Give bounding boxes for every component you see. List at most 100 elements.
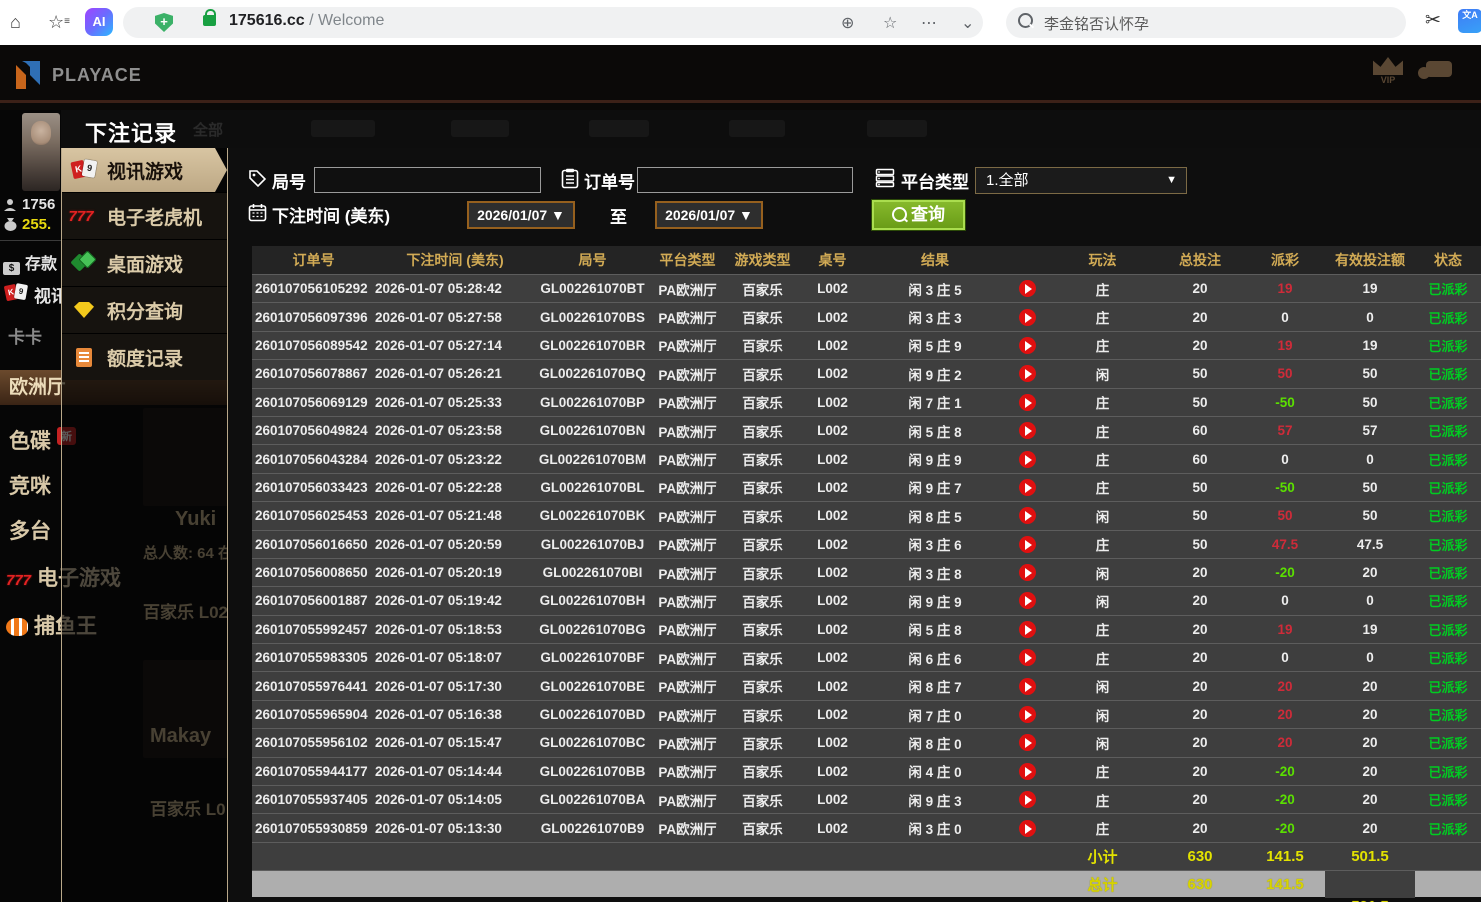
vip-icon[interactable]: VIP bbox=[1373, 57, 1403, 85]
cell-status: 已派彩 bbox=[1415, 478, 1481, 497]
cell-replay[interactable] bbox=[1005, 734, 1050, 751]
clipping-tool-icon[interactable]: ✂ bbox=[1425, 9, 1441, 32]
user-avatar[interactable] bbox=[22, 113, 60, 191]
table-row: 2601070560254532026-01-07 05:21:48GL0022… bbox=[252, 501, 1481, 529]
cell-replay[interactable] bbox=[1005, 365, 1050, 382]
cell-total-bet: 20 bbox=[1155, 622, 1245, 637]
cell-total-bet: 20 bbox=[1155, 707, 1245, 722]
cell-replay[interactable] bbox=[1005, 678, 1050, 695]
cell-replay[interactable] bbox=[1005, 820, 1050, 837]
cell-bet-time: 2026-01-07 05:20:19 bbox=[375, 565, 535, 580]
replay-button[interactable] bbox=[1019, 337, 1036, 354]
cell-replay[interactable] bbox=[1005, 536, 1050, 553]
query-button[interactable]: 查询 bbox=[872, 200, 965, 230]
cell-game-type: 百家乐 bbox=[725, 335, 800, 355]
replay-button[interactable] bbox=[1019, 451, 1036, 468]
replay-button[interactable] bbox=[1019, 706, 1036, 723]
chevron-down-icon[interactable]: ⌄ bbox=[961, 13, 974, 33]
cell-valid-bet: 19 bbox=[1325, 338, 1415, 353]
menu-item-slots[interactable]: 777 电子老虎机 bbox=[61, 192, 227, 239]
cell-replay[interactable] bbox=[1005, 337, 1050, 354]
sidebar-item-deposit[interactable]: $存款 bbox=[3, 250, 57, 275]
replay-button[interactable] bbox=[1019, 763, 1036, 780]
round-input[interactable] bbox=[314, 167, 541, 193]
cell-replay[interactable] bbox=[1005, 763, 1050, 780]
adblock-shield-icon[interactable]: + bbox=[155, 13, 173, 32]
sidebar-item-card[interactable]: 卡卡 bbox=[8, 323, 42, 348]
replay-button[interactable] bbox=[1019, 394, 1036, 411]
cell-replay[interactable] bbox=[1005, 422, 1050, 439]
header-bet-time: 下注时间 (美东) bbox=[375, 250, 535, 270]
replay-button[interactable] bbox=[1019, 649, 1036, 666]
cell-total-bet: 20 bbox=[1155, 650, 1245, 665]
cell-total-bet: 60 bbox=[1155, 423, 1245, 438]
order-input[interactable] bbox=[637, 167, 853, 193]
cell-replay[interactable] bbox=[1005, 451, 1050, 468]
replay-button[interactable] bbox=[1019, 507, 1036, 524]
cell-replay[interactable] bbox=[1005, 649, 1050, 666]
replay-button[interactable] bbox=[1019, 280, 1036, 297]
cell-replay[interactable] bbox=[1005, 394, 1050, 411]
sidebar-item-video[interactable]: K9视讯 bbox=[3, 282, 68, 307]
translate-icon[interactable]: 文A bbox=[1458, 9, 1481, 33]
cell-replay[interactable] bbox=[1005, 479, 1050, 496]
cell-bet-time: 2026-01-07 05:18:53 bbox=[375, 622, 535, 637]
cell-round: GL002261070BG bbox=[535, 622, 650, 637]
total-label: 总计 bbox=[1050, 874, 1155, 895]
cell-result: 闲 8 庄 7 bbox=[865, 676, 1005, 696]
cell-table: L002 bbox=[800, 423, 865, 438]
customer-service-icon[interactable] bbox=[1426, 61, 1452, 77]
replay-button[interactable] bbox=[1019, 592, 1036, 609]
cell-replay[interactable] bbox=[1005, 507, 1050, 524]
menu-item-table-games[interactable]: 桌面游戏 bbox=[61, 239, 227, 286]
address-bar[interactable]: + 175616.cc / Welcome ⊕ ☆ ⋯ ⌄ bbox=[123, 7, 983, 38]
playace-logo[interactable]: PLAYACE bbox=[14, 59, 142, 91]
replay-button[interactable] bbox=[1019, 678, 1036, 695]
replay-button[interactable] bbox=[1019, 791, 1036, 808]
menu-item-points[interactable]: 积分查询 bbox=[61, 286, 227, 333]
cell-round: GL002261070BA bbox=[535, 792, 650, 807]
cell-replay[interactable] bbox=[1005, 592, 1050, 609]
cell-total-bet: 20 bbox=[1155, 338, 1245, 353]
menu-item-quota-records[interactable]: 额度记录 bbox=[61, 333, 227, 380]
cell-platform: PA欧洲厅 bbox=[650, 534, 725, 554]
bookmarks-icon[interactable]: ☆≡ bbox=[48, 11, 70, 33]
cell-platform: PA欧洲厅 bbox=[650, 335, 725, 355]
cell-status: 已派彩 bbox=[1415, 563, 1481, 582]
cell-status: 已派彩 bbox=[1415, 705, 1481, 724]
date-from-picker[interactable]: 2026/01/07 ▼ bbox=[467, 201, 575, 229]
site-header: PLAYACE VIP bbox=[0, 45, 1481, 110]
more-menu-icon[interactable]: ⋯ bbox=[921, 13, 937, 33]
replay-button[interactable] bbox=[1019, 309, 1036, 326]
cell-total-bet: 20 bbox=[1155, 792, 1245, 807]
cell-table: L002 bbox=[800, 565, 865, 580]
replay-button[interactable] bbox=[1019, 422, 1036, 439]
cell-replay[interactable] bbox=[1005, 791, 1050, 808]
cell-replay[interactable] bbox=[1005, 706, 1050, 723]
date-to-picker[interactable]: 2026/01/07 ▼ bbox=[655, 201, 763, 229]
cell-status: 已派彩 bbox=[1415, 648, 1481, 667]
replay-button[interactable] bbox=[1019, 536, 1036, 553]
bookmark-star-icon[interactable]: ☆ bbox=[883, 13, 897, 33]
ai-extension-icon[interactable]: AI bbox=[85, 8, 113, 36]
replay-button[interactable] bbox=[1019, 365, 1036, 382]
cell-valid-bet: 50 bbox=[1325, 366, 1415, 381]
cell-replay[interactable] bbox=[1005, 280, 1050, 297]
cell-status: 已派彩 bbox=[1415, 733, 1481, 752]
cell-order: 260107056001887 bbox=[252, 593, 375, 608]
cell-replay[interactable] bbox=[1005, 621, 1050, 638]
search-input[interactable]: 李金铭否认怀孕 bbox=[1006, 7, 1406, 38]
home-icon[interactable]: ⌂ bbox=[10, 11, 21, 33]
replay-button[interactable] bbox=[1019, 479, 1036, 496]
replay-button[interactable] bbox=[1019, 734, 1036, 751]
location-icon[interactable]: ⊕ bbox=[841, 13, 854, 33]
menu-item-video-games[interactable]: K9 视讯游戏 bbox=[61, 148, 227, 192]
replay-button[interactable] bbox=[1019, 564, 1036, 581]
cell-replay[interactable] bbox=[1005, 564, 1050, 581]
cell-replay[interactable] bbox=[1005, 309, 1050, 326]
cell-result: 闲 3 庄 8 bbox=[865, 563, 1005, 583]
replay-button[interactable] bbox=[1019, 820, 1036, 837]
platform-select[interactable]: 1.全部 ▼ bbox=[975, 167, 1187, 194]
cell-round: GL002261070BB bbox=[535, 764, 650, 779]
replay-button[interactable] bbox=[1019, 621, 1036, 638]
